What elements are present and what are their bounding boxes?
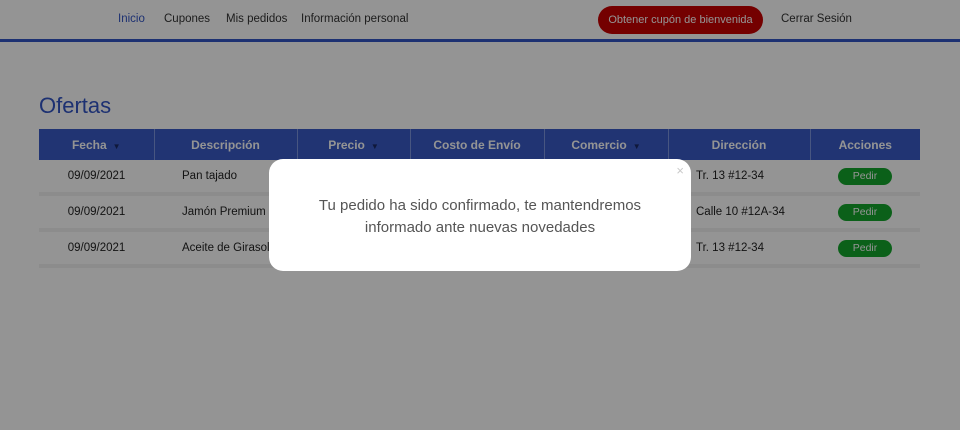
confirmation-modal: × Tu pedido ha sido confirmado, te mante… xyxy=(269,159,691,271)
modal-message: Tu pedido ha sido confirmado, te mantend… xyxy=(318,197,642,236)
page: Inicio Cupones Mis pedidos Información p… xyxy=(0,0,960,430)
close-icon[interactable]: × xyxy=(676,163,684,179)
